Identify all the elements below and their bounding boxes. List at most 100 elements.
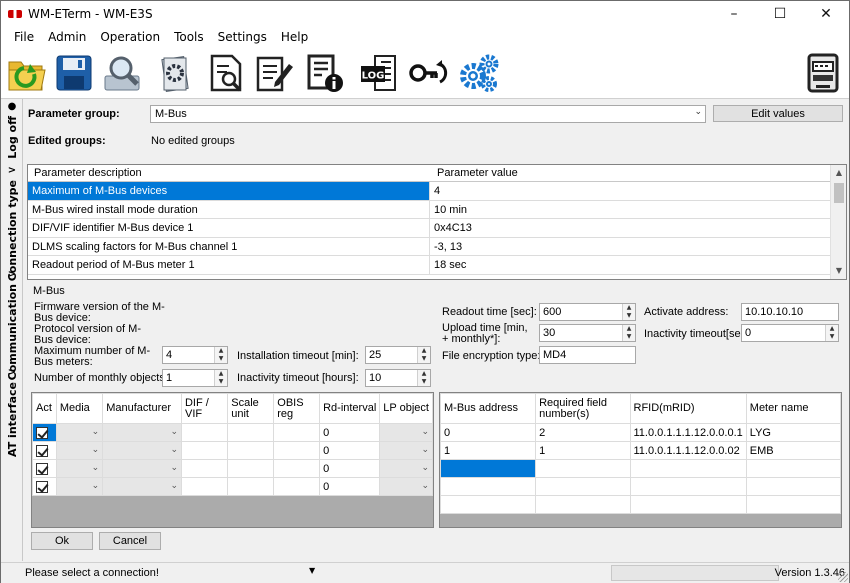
open-folder-button[interactable] [5, 51, 49, 95]
scale-unit-cell[interactable] [227, 459, 275, 478]
required-field-cell[interactable] [535, 477, 631, 496]
act-cell[interactable] [32, 441, 57, 460]
close-button[interactable]: ✕ [803, 1, 849, 27]
media-dropdown[interactable]: ⌄ [55, 423, 104, 442]
spin-arrows-icon[interactable]: ▲ ▼ [417, 347, 430, 363]
table-row[interactable]: Readout period of M-Bus meter 1 18 sec [28, 256, 846, 275]
minimize-button[interactable]: – [711, 1, 757, 27]
parameter-group-select[interactable]: M-Bus ⌄ [150, 105, 706, 123]
edit-values-button[interactable]: Edit values [713, 105, 843, 122]
lp-object-dropdown[interactable]: ⌄ [379, 477, 433, 496]
meter-name-cell[interactable] [745, 459, 841, 478]
rfid-cell[interactable]: 11.0.0.1.1.1.12.0.0.02 [629, 441, 747, 460]
inactivity-hours-stepper[interactable]: 10 ▲ ▼ [365, 369, 431, 387]
view-document-button[interactable] [204, 51, 248, 95]
table-row[interactable] [440, 495, 841, 514]
media-dropdown[interactable]: ⌄ [55, 477, 104, 496]
resize-grip-icon[interactable] [838, 572, 848, 582]
rfid-cell[interactable] [629, 459, 747, 478]
rfid-cell[interactable]: 11.0.0.1.1.1.12.0.0.0.1 [629, 423, 747, 442]
mbus-address-cell[interactable]: 0 [440, 423, 537, 442]
security-key-button[interactable] [407, 51, 451, 95]
lp-object-dropdown[interactable]: ⌄ [379, 423, 433, 442]
obis-reg-cell[interactable] [273, 441, 321, 460]
document-info-button[interactable] [303, 51, 347, 95]
meter-name-cell[interactable]: LYG [745, 423, 841, 442]
table-row[interactable]: DIF/VIF identifier M-Bus device 1 0x4C13 [28, 219, 846, 238]
obis-reg-cell[interactable] [273, 459, 321, 478]
dif-vif-cell[interactable] [180, 441, 229, 460]
required-field-cell[interactable] [535, 495, 631, 514]
meter-name-cell[interactable] [745, 477, 841, 496]
required-field-cell[interactable] [535, 459, 631, 478]
inactivity-sec-stepper[interactable]: 0 ▲ ▼ [741, 324, 839, 342]
ok-button[interactable]: Ok [31, 532, 93, 550]
rd-interval-cell[interactable]: 0 [319, 459, 381, 478]
menu-help[interactable]: Help [274, 27, 315, 47]
act-cell[interactable] [32, 459, 57, 478]
configuration-button[interactable] [153, 51, 197, 95]
parameter-table-scrollbar[interactable]: ▲ ▼ [830, 165, 846, 279]
manufacturer-dropdown[interactable]: ⌄ [102, 423, 182, 442]
chevron-down-icon[interactable]: ▼ [309, 566, 315, 575]
media-dropdown[interactable]: ⌄ [55, 459, 104, 478]
scale-unit-cell[interactable] [227, 477, 275, 496]
meter-device-button[interactable] [801, 51, 845, 95]
mbus-address-cell[interactable]: 1 [440, 441, 537, 460]
required-field-cell[interactable]: 2 [535, 423, 631, 442]
meter-name-cell[interactable] [745, 495, 841, 514]
upload-time-stepper[interactable]: 30 ▲ ▼ [539, 324, 636, 342]
checkbox-checked-icon[interactable] [36, 480, 48, 493]
mbus-meter-config-grid[interactable]: Act Media Manufacturer DIF / VIF Scale u… [31, 392, 434, 528]
meter-name-cell[interactable]: EMB [745, 441, 841, 460]
obis-reg-cell[interactable] [273, 477, 321, 496]
file-encryption-field[interactable]: MD4 [539, 346, 636, 364]
mbus-address-cell[interactable] [440, 477, 537, 496]
table-row[interactable]: DLMS scaling factors for M-Bus channel 1… [28, 237, 846, 257]
scroll-up-icon[interactable]: ▲ [831, 165, 846, 181]
tab-communication[interactable]: > Communication [1, 269, 23, 380]
lp-object-dropdown[interactable]: ⌄ [379, 459, 433, 478]
lp-object-dropdown[interactable]: ⌄ [379, 441, 433, 460]
manufacturer-dropdown[interactable]: ⌄ [102, 477, 182, 496]
table-row[interactable]: ⌄ ⌄ 0 ⌄ [32, 477, 433, 496]
parameter-table[interactable]: Parameter description Parameter value Ma… [27, 164, 847, 280]
install-timeout-stepper[interactable]: 25 ▲ ▼ [365, 346, 431, 364]
readout-time-stepper[interactable]: 600 ▲ ▼ [539, 303, 636, 321]
act-cell[interactable] [32, 477, 57, 496]
table-row[interactable]: ⌄ ⌄ 0 ⌄ [32, 423, 433, 442]
menu-admin[interactable]: Admin [41, 27, 93, 47]
scale-unit-cell[interactable] [227, 441, 275, 460]
mbus-address-cell[interactable] [440, 459, 537, 478]
table-row[interactable] [440, 459, 841, 478]
spin-arrows-icon[interactable]: ▲ ▼ [622, 304, 635, 320]
obis-reg-cell[interactable] [273, 423, 321, 442]
settings-button[interactable] [457, 51, 501, 95]
media-dropdown[interactable]: ⌄ [55, 441, 104, 460]
scale-unit-cell[interactable] [227, 423, 275, 442]
menu-settings[interactable]: Settings [211, 27, 274, 47]
dif-vif-cell[interactable] [180, 423, 229, 442]
table-row[interactable]: 0 2 11.0.0.1.1.1.12.0.0.0.1 LYG [440, 423, 841, 442]
cancel-button[interactable]: Cancel [99, 532, 161, 550]
table-row[interactable]: Maximum of M-Bus devices 4 [28, 182, 846, 201]
max-meters-stepper[interactable]: 4 ▲ ▼ [162, 346, 228, 364]
manufacturer-dropdown[interactable]: ⌄ [102, 459, 182, 478]
spin-arrows-icon[interactable]: ▲ ▼ [417, 370, 430, 386]
scroll-thumb[interactable] [834, 183, 844, 203]
search-device-button[interactable] [100, 51, 144, 95]
mbus-address-cell[interactable] [440, 495, 537, 514]
tab-log-off[interactable]: ● Log off [1, 101, 23, 159]
spin-arrows-icon[interactable]: ▲ ▼ [214, 347, 227, 363]
menu-tools[interactable]: Tools [167, 27, 211, 47]
checkbox-checked-icon[interactable] [36, 426, 48, 439]
rd-interval-cell[interactable]: 0 [319, 441, 381, 460]
tab-at-interface[interactable]: > AT interface [1, 367, 23, 457]
monthly-objects-stepper[interactable]: 1 ▲ ▼ [162, 369, 228, 387]
save-button[interactable] [52, 51, 96, 95]
rfid-cell[interactable] [629, 477, 747, 496]
table-row[interactable] [440, 477, 841, 496]
mbus-address-grid[interactable]: M-Bus address Required field number(s) R… [439, 392, 842, 528]
maximize-button[interactable]: ☐ [757, 1, 803, 27]
manufacturer-dropdown[interactable]: ⌄ [102, 441, 182, 460]
